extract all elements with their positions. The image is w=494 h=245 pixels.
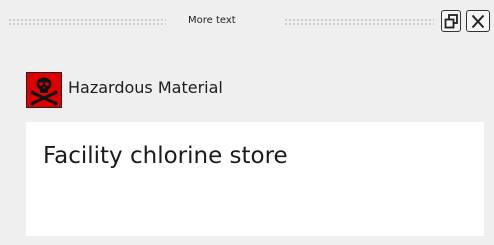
close-icon [471,14,485,29]
category-label: Hazardous Material [68,78,223,97]
drag-grip-left[interactable] [8,18,166,26]
content-panel: Facility chlorine store [26,122,484,236]
popup-window: More text Hazardous Material Facility ch… [0,0,494,245]
window-title: More text [188,15,236,26]
restore-icon [444,14,458,29]
restore-button[interactable] [441,10,461,32]
drag-grip-right[interactable] [284,18,434,26]
content-text: Facility chlorine store [43,143,288,169]
skull-crossbones-icon [26,72,62,108]
close-button[interactable] [466,10,490,32]
title-bar[interactable]: More text [0,8,494,36]
